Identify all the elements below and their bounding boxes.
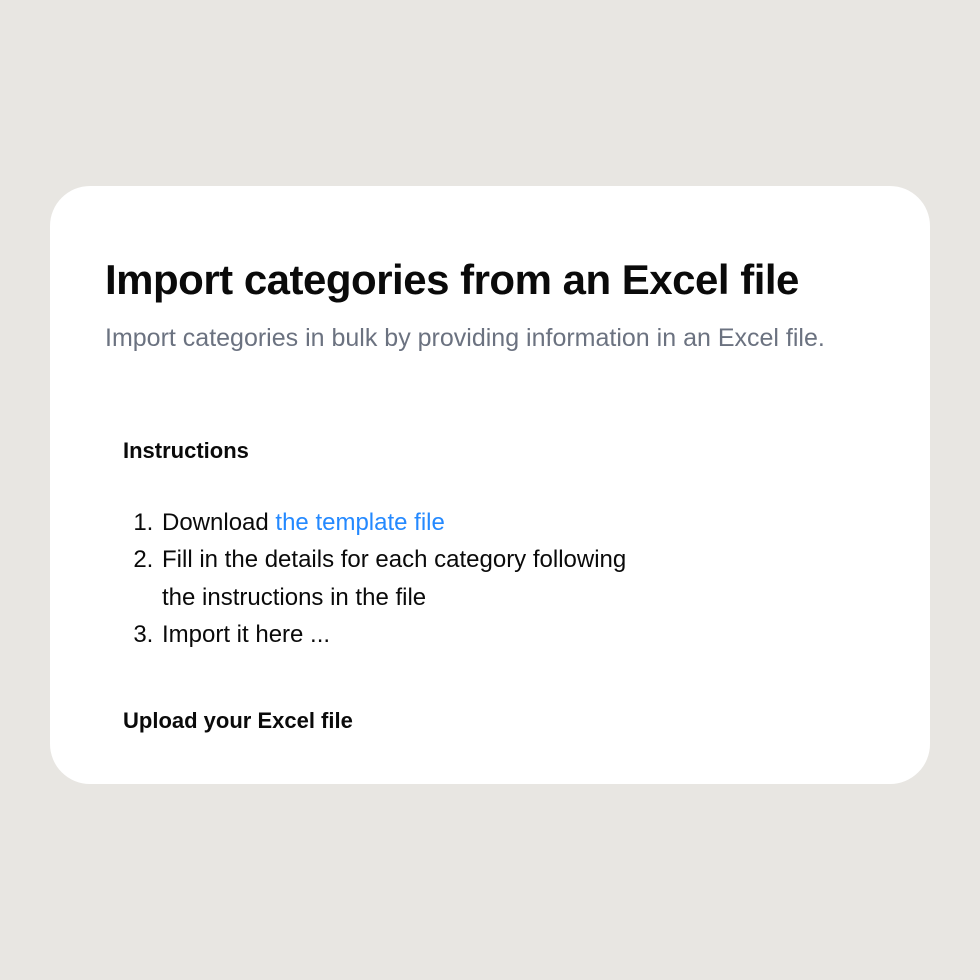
instructions-list: Download the template file Fill in the d… [160,504,660,653]
page-subtitle: Import categories in bulk by providing i… [105,324,875,353]
page-title: Import categories from an Excel file [105,256,875,304]
instruction-step: Fill in the details for each category fo… [160,541,660,615]
instruction-text: Fill in the details for each category fo… [162,546,626,610]
instructions-label: Instructions [123,438,875,464]
instruction-text: Import it here ... [162,621,330,648]
import-card: Import categories from an Excel file Imp… [50,186,930,784]
instruction-text: Download [162,509,275,536]
template-file-link[interactable]: the template file [275,509,444,536]
upload-label: Upload your Excel file [123,708,875,734]
instruction-step: Download the template file [160,504,660,541]
instruction-step: Import it here ... [160,616,660,653]
